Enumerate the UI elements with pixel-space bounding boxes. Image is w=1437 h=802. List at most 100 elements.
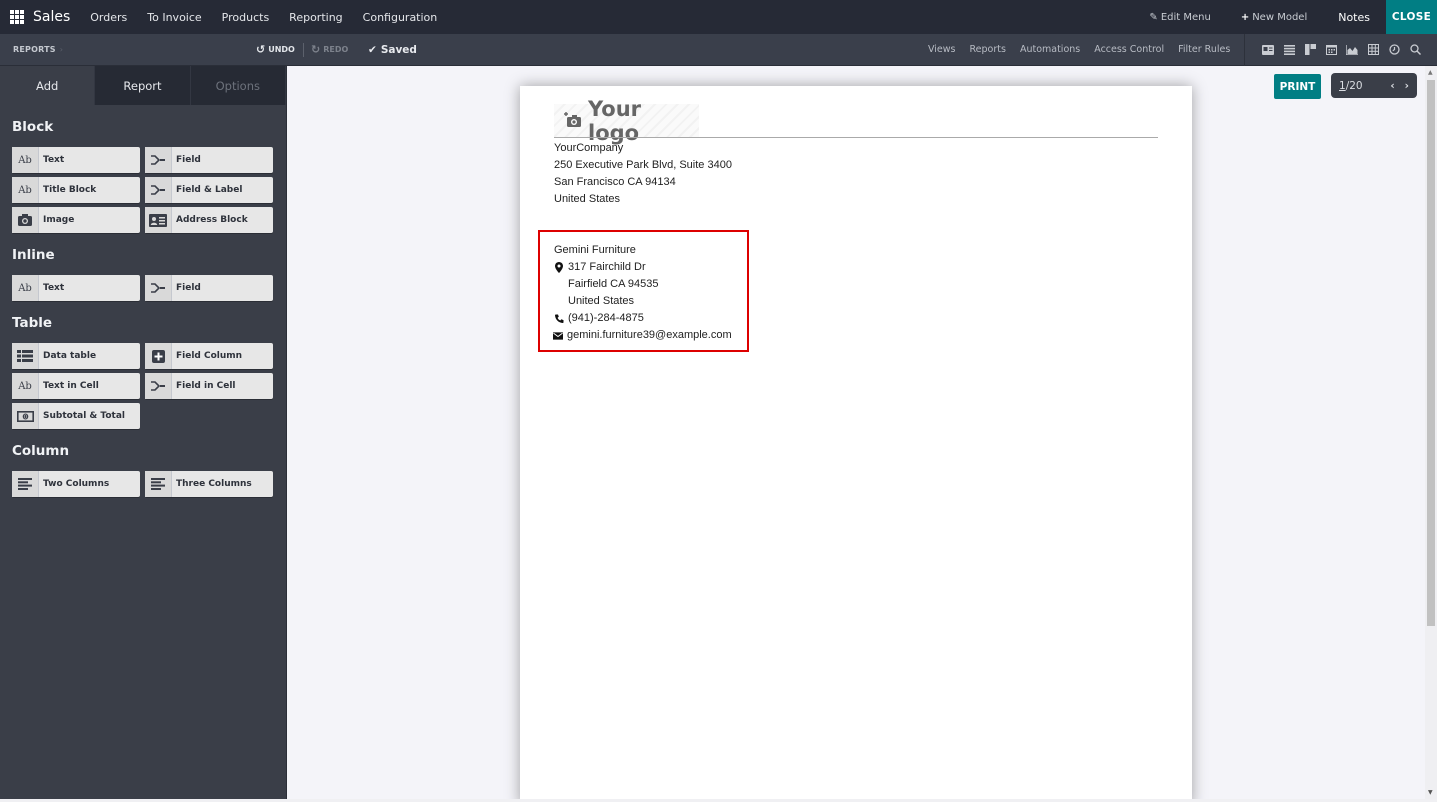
menu-reporting[interactable]: Reporting: [279, 11, 352, 24]
scrollbar-thumb[interactable]: [1427, 80, 1435, 626]
component-label: Field Column: [176, 351, 243, 361]
component-label: Address Block: [176, 215, 248, 225]
text-icon: Ab: [12, 177, 39, 203]
menu-to-invoice[interactable]: To Invoice: [137, 11, 211, 24]
company-name: YourCompany: [554, 142, 624, 154]
menu-products[interactable]: Products: [212, 11, 280, 24]
component-three-columns[interactable]: Three Columns: [145, 471, 273, 497]
report-page[interactable]: Your logo YourCompany 250 Executive Park…: [520, 86, 1192, 799]
nav-views[interactable]: Views: [928, 44, 956, 55]
component-subtotal-total[interactable]: 0 Subtotal & Total: [12, 403, 140, 429]
app-brand[interactable]: Sales: [33, 9, 70, 25]
saved-label: Saved: [380, 43, 417, 56]
scroll-down-icon[interactable]: ▼: [1428, 789, 1433, 796]
partner-email: gemini.furniture39@example.com: [567, 329, 732, 341]
field-icon: [145, 177, 172, 203]
field-icon: [145, 275, 172, 301]
section-title-table: Table: [12, 315, 53, 331]
pivot-view-icon[interactable]: [1367, 44, 1379, 56]
map-marker-icon: [554, 262, 564, 273]
pencil-icon: ✎: [1149, 11, 1158, 23]
component-text-in-cell[interactable]: Ab Text in Cell: [12, 373, 140, 399]
redo-button[interactable]: ↻ REDO: [311, 43, 348, 56]
graph-view-icon[interactable]: [1346, 44, 1358, 56]
menu-configuration[interactable]: Configuration: [353, 11, 448, 24]
pager-previous-icon[interactable]: ‹: [1390, 80, 1394, 92]
company-street: 250 Executive Park Blvd, Suite 3400: [554, 159, 732, 171]
notes-button[interactable]: Notes: [1322, 11, 1386, 24]
text-icon: Ab: [12, 373, 39, 399]
component-label: Text in Cell: [43, 381, 99, 391]
tab-add[interactable]: Add: [0, 66, 96, 105]
nav-access-control[interactable]: Access Control: [1094, 44, 1164, 55]
component-field-in-cell[interactable]: Field in Cell: [145, 373, 273, 399]
component-text[interactable]: Ab Text: [12, 147, 140, 173]
record-pager: 1 / 20 ‹ ›: [1331, 73, 1417, 98]
partner-street: 317 Fairchild Dr: [568, 261, 646, 273]
tab-options[interactable]: Options: [190, 66, 286, 105]
pager-current[interactable]: 1: [1339, 80, 1346, 92]
undo-icon: ↺: [256, 43, 266, 56]
component-title-block[interactable]: Ab Title Block: [12, 177, 140, 203]
form-view-icon[interactable]: [1262, 44, 1274, 56]
component-field-column[interactable]: Field Column: [145, 343, 273, 369]
phone-icon: [554, 314, 564, 323]
component-field[interactable]: Field: [145, 147, 273, 173]
new-model-label: New Model: [1252, 11, 1308, 23]
nav-automations[interactable]: Automations: [1020, 44, 1080, 55]
apps-menu-icon[interactable]: [10, 10, 26, 24]
component-field-label[interactable]: Field & Label: [145, 177, 273, 203]
component-grid-block: Ab Text Field Ab Title Block Field & Label Ima…: [12, 147, 286, 233]
component-field[interactable]: Field: [145, 275, 273, 301]
view-switcher: [1262, 44, 1421, 56]
partner-phone: (941)-284-4875: [568, 312, 644, 324]
component-label: Field & Label: [176, 185, 243, 195]
report-canvas: Your logo YourCompany 250 Executive Park…: [288, 66, 1425, 799]
breadcrumb-reports[interactable]: REPORTS: [13, 45, 56, 54]
data-table-icon: [12, 343, 39, 369]
component-image[interactable]: Image: [12, 207, 140, 233]
component-address-block[interactable]: Address Block: [145, 207, 273, 233]
component-data-table[interactable]: Data table: [12, 343, 140, 369]
plus-icon: +: [1240, 11, 1250, 23]
company-logo-placeholder[interactable]: Your logo: [554, 97, 699, 145]
new-model-button[interactable]: + New Model: [1226, 12, 1322, 23]
list-view-icon[interactable]: [1283, 44, 1295, 56]
component-label: Field: [176, 283, 201, 293]
close-button[interactable]: CLOSE: [1386, 0, 1437, 34]
partner-address-block[interactable]: Gemini Furniture 317 Fairchild Dr Fairfi…: [538, 230, 749, 352]
company-address[interactable]: YourCompany 250 Executive Park Blvd, Sui…: [554, 140, 732, 208]
nav-filter-rules[interactable]: Filter Rules: [1178, 44, 1230, 55]
edit-menu-label: Edit Menu: [1160, 11, 1211, 23]
saved-status: ✔ Saved: [368, 44, 417, 56]
component-label: Three Columns: [176, 479, 252, 489]
redo-label: REDO: [323, 45, 349, 54]
menu-orders[interactable]: Orders: [80, 11, 137, 24]
partner-city: Fairfield CA 94535: [568, 278, 659, 290]
component-text[interactable]: Ab Text: [12, 275, 140, 301]
partner-name: Gemini Furniture: [554, 244, 636, 256]
check-icon: ✔: [368, 43, 377, 56]
component-grid-column: Two Columns Three Columns: [12, 471, 286, 497]
canvas-scrollbar[interactable]: ▲ ▼: [1425, 66, 1437, 799]
pager-next-icon[interactable]: ›: [1405, 80, 1409, 92]
edit-menu-button[interactable]: ✎ Edit Menu: [1134, 12, 1225, 23]
component-label: Text: [43, 155, 65, 165]
tab-report[interactable]: Report: [95, 66, 191, 105]
nav-reports[interactable]: Reports: [970, 44, 1006, 55]
undo-button[interactable]: ↺ UNDO: [256, 43, 295, 56]
partner-phone-row: (941)-284-4875: [554, 310, 747, 327]
component-label: Field in Cell: [176, 381, 236, 391]
text-icon: Ab: [12, 147, 39, 173]
component-two-columns[interactable]: Two Columns: [12, 471, 140, 497]
nav-divider: [1244, 34, 1245, 66]
search-view-icon[interactable]: [1409, 44, 1421, 56]
kanban-view-icon[interactable]: [1304, 44, 1316, 56]
calendar-view-icon[interactable]: [1325, 44, 1337, 56]
print-button[interactable]: PRINT: [1274, 74, 1321, 99]
field-icon: [145, 147, 172, 173]
plus-square-icon: [145, 343, 172, 369]
activity-view-icon[interactable]: [1388, 44, 1400, 56]
scroll-up-icon[interactable]: ▲: [1428, 69, 1433, 76]
undo-label: UNDO: [268, 45, 295, 54]
